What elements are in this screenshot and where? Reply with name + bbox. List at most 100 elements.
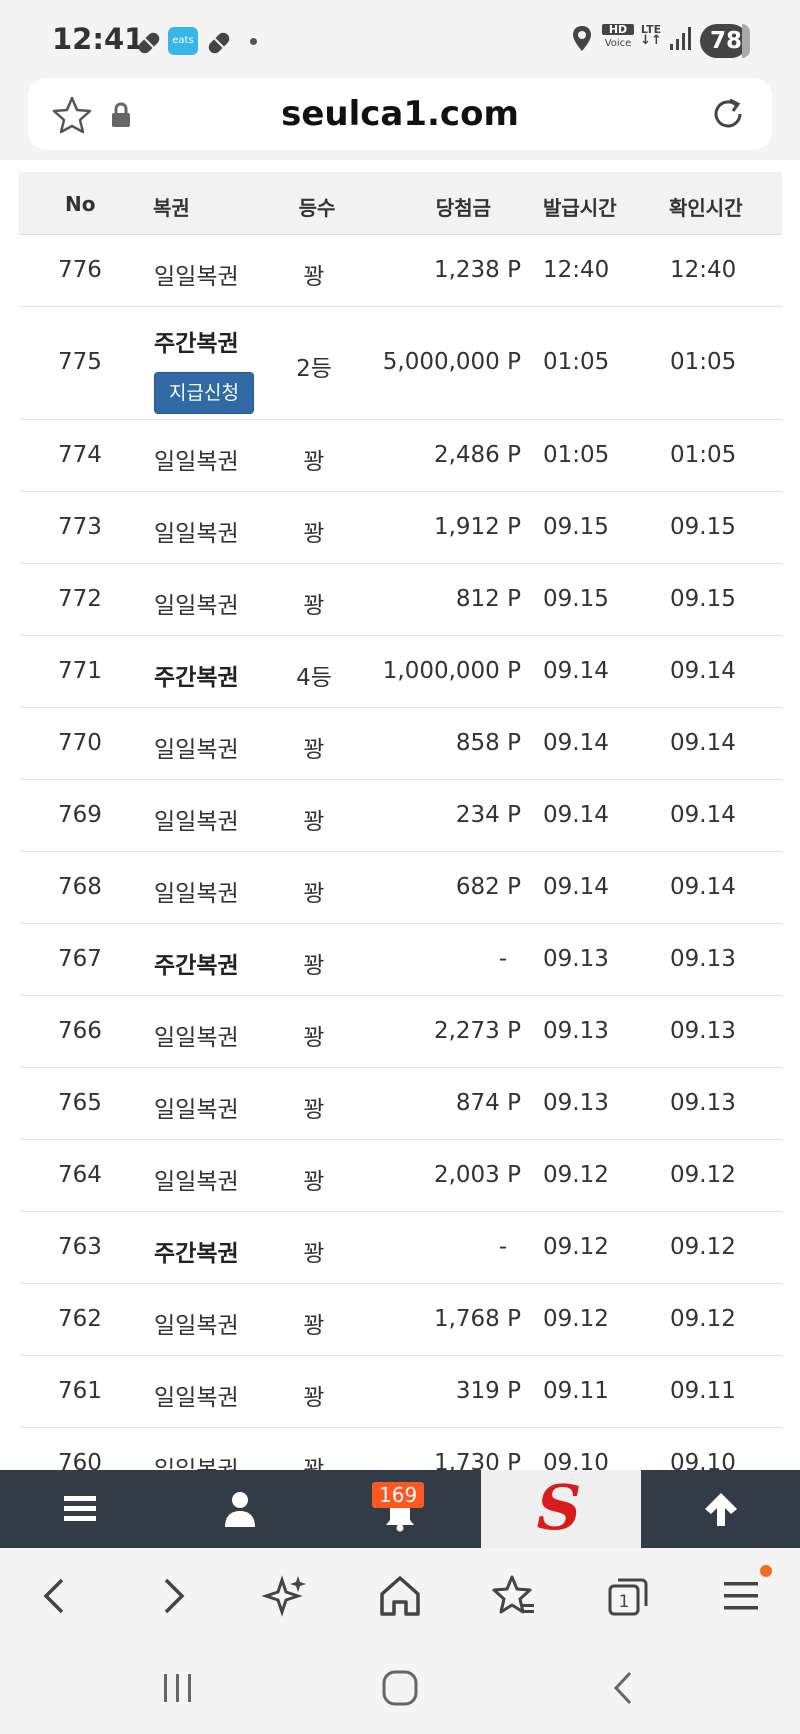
site-logo-letter: S (536, 1471, 582, 1544)
cell-issued: 09.15 (543, 514, 609, 540)
cell-issued: 09.13 (543, 946, 609, 972)
cell-type: 일일복권 (154, 1169, 239, 1195)
page-content: No 복권 등수 당첨금 발급시간 확인시간 776 일일복권 꽝 1,238 … (0, 160, 800, 1470)
cell-no: 772 (58, 586, 102, 612)
cell-type: 일일복권 (154, 593, 239, 619)
header-no: No (65, 192, 96, 216)
user-icon (225, 1492, 255, 1527)
tabs-icon[interactable]: 1 (604, 1572, 652, 1620)
system-back-icon[interactable] (604, 1668, 644, 1708)
pill-icon (138, 32, 160, 54)
cell-type: 일일복권 (154, 809, 239, 835)
url-text[interactable]: seulca1.com (28, 94, 772, 134)
browser-menu-icon[interactable] (718, 1572, 766, 1620)
table-row: 767 주간복권 꽝 - 09.13 09.13 (19, 924, 782, 996)
cell-no: 762 (58, 1306, 102, 1332)
cell-prize: 1,238 P (433, 257, 521, 283)
menu-button[interactable] (0, 1470, 160, 1548)
cell-rank: 2등 (296, 356, 332, 382)
table-header: No 복권 등수 당첨금 발급시간 확인시간 (19, 172, 782, 235)
back-icon[interactable] (32, 1572, 80, 1620)
table-row: 773 일일복권 꽝 1,912 P 09.15 09.15 (19, 492, 782, 564)
cell-issued: 09.14 (543, 874, 609, 900)
home-icon[interactable] (376, 1572, 424, 1620)
cell-no: 766 (58, 1018, 102, 1044)
cell-checked: 09.10 (670, 1450, 736, 1470)
cell-type: 일일복권 (154, 264, 239, 290)
cell-rank: 꽝 (303, 953, 325, 979)
cell-prize: 1,000,000 P (382, 658, 521, 684)
cell-prize: 319 P (455, 1378, 521, 1404)
notification-dot-icon (250, 38, 257, 45)
cell-no: 763 (58, 1234, 102, 1260)
cell-checked: 09.13 (670, 946, 736, 972)
header-issued: 발급시간 (543, 196, 617, 220)
ai-sparkle-icon[interactable] (262, 1572, 310, 1620)
cell-no: 765 (58, 1090, 102, 1116)
cell-rank: 꽝 (303, 1097, 325, 1123)
table-row: 776 일일복권 꽝 1,238 P 12:40 12:40 (19, 235, 782, 307)
cell-checked: 09.14 (670, 802, 736, 828)
cell-checked: 09.14 (670, 730, 736, 756)
cell-checked: 09.11 (670, 1378, 736, 1404)
location-icon (573, 26, 591, 51)
table-row: 760 일일복권 꽝 1,730 P 09.10 09.10 (19, 1428, 782, 1470)
table-row: 770 일일복권 꽝 858 P 09.14 09.14 (19, 708, 782, 780)
cell-issued: 09.14 (543, 658, 609, 684)
claim-payout-button[interactable]: 지급신청 (154, 372, 254, 414)
cell-prize: - (498, 946, 507, 972)
header-prize: 당첨금 (435, 196, 491, 220)
cell-issued: 09.15 (543, 586, 609, 612)
address-bar[interactable]: seulca1.com (28, 78, 772, 150)
cell-type: 일일복권 (154, 737, 239, 763)
cell-rank: 꽝 (303, 593, 325, 619)
cell-prize: 874 P (455, 1090, 521, 1116)
table-row: 764 일일복권 꽝 2,003 P 09.12 09.12 (19, 1140, 782, 1212)
table-row: 768 일일복권 꽝 682 P 09.14 09.14 (19, 852, 782, 924)
cell-checked: 09.15 (670, 586, 736, 612)
cell-checked: 09.12 (670, 1306, 736, 1332)
reload-icon[interactable] (708, 94, 748, 134)
cell-rank: 꽝 (303, 737, 325, 763)
lte-icon: LTE ↓↑ (638, 24, 664, 47)
header-checked: 확인시간 (669, 196, 743, 220)
table-row: 772 일일복권 꽝 812 P 09.15 09.15 (19, 564, 782, 636)
forward-icon[interactable] (148, 1572, 196, 1620)
cell-no: 771 (58, 658, 102, 684)
account-button[interactable] (160, 1470, 320, 1548)
cell-type: 주간복권 (154, 953, 239, 979)
cell-prize: 1,768 P (433, 1306, 521, 1332)
cell-type: 일일복권 (154, 1385, 239, 1411)
site-logo[interactable]: S (481, 1470, 641, 1548)
recent-apps-icon[interactable] (158, 1668, 198, 1708)
cell-no: 764 (58, 1162, 102, 1188)
menu-notification-dot (760, 1565, 772, 1577)
cell-issued: 09.12 (543, 1234, 609, 1260)
cell-prize: 2,486 P (433, 442, 521, 468)
cell-checked: 09.12 (670, 1162, 736, 1188)
cell-rank: 꽝 (303, 809, 325, 835)
cell-checked: 09.13 (670, 1018, 736, 1044)
signal-icon (670, 27, 691, 50)
bookmarks-icon[interactable] (490, 1572, 538, 1620)
notification-count-badge: 169 (372, 1482, 425, 1508)
cell-issued: 09.13 (543, 1090, 609, 1116)
cell-type-with-claim: 주간복권 지급신청 (154, 324, 254, 414)
site-bottom-nav: 169 S (0, 1470, 800, 1548)
cell-checked: 01:05 (670, 349, 737, 375)
cell-no: 761 (58, 1378, 102, 1404)
table-row: 771 주간복권 4등 1,000,000 P 09.14 09.14 (19, 636, 782, 708)
browser-toolbar: 1 (0, 1548, 800, 1644)
cell-rank: 꽝 (303, 1385, 325, 1411)
cell-no: 769 (58, 802, 102, 828)
scroll-top-button[interactable] (641, 1470, 800, 1548)
lottery-results-table: No 복권 등수 당첨금 발급시간 확인시간 776 일일복권 꽝 1,238 … (19, 172, 782, 1470)
home-button-icon[interactable] (380, 1668, 420, 1708)
cell-no: 768 (58, 874, 102, 900)
cell-rank: 꽝 (303, 449, 325, 475)
cell-type: 주간복권 (154, 1241, 239, 1267)
arrow-up-icon (705, 1493, 737, 1526)
table-row: 765 일일복권 꽝 874 P 09.13 09.13 (19, 1068, 782, 1140)
cell-rank: 꽝 (303, 521, 325, 547)
cell-type: 일일복권 (154, 449, 239, 475)
